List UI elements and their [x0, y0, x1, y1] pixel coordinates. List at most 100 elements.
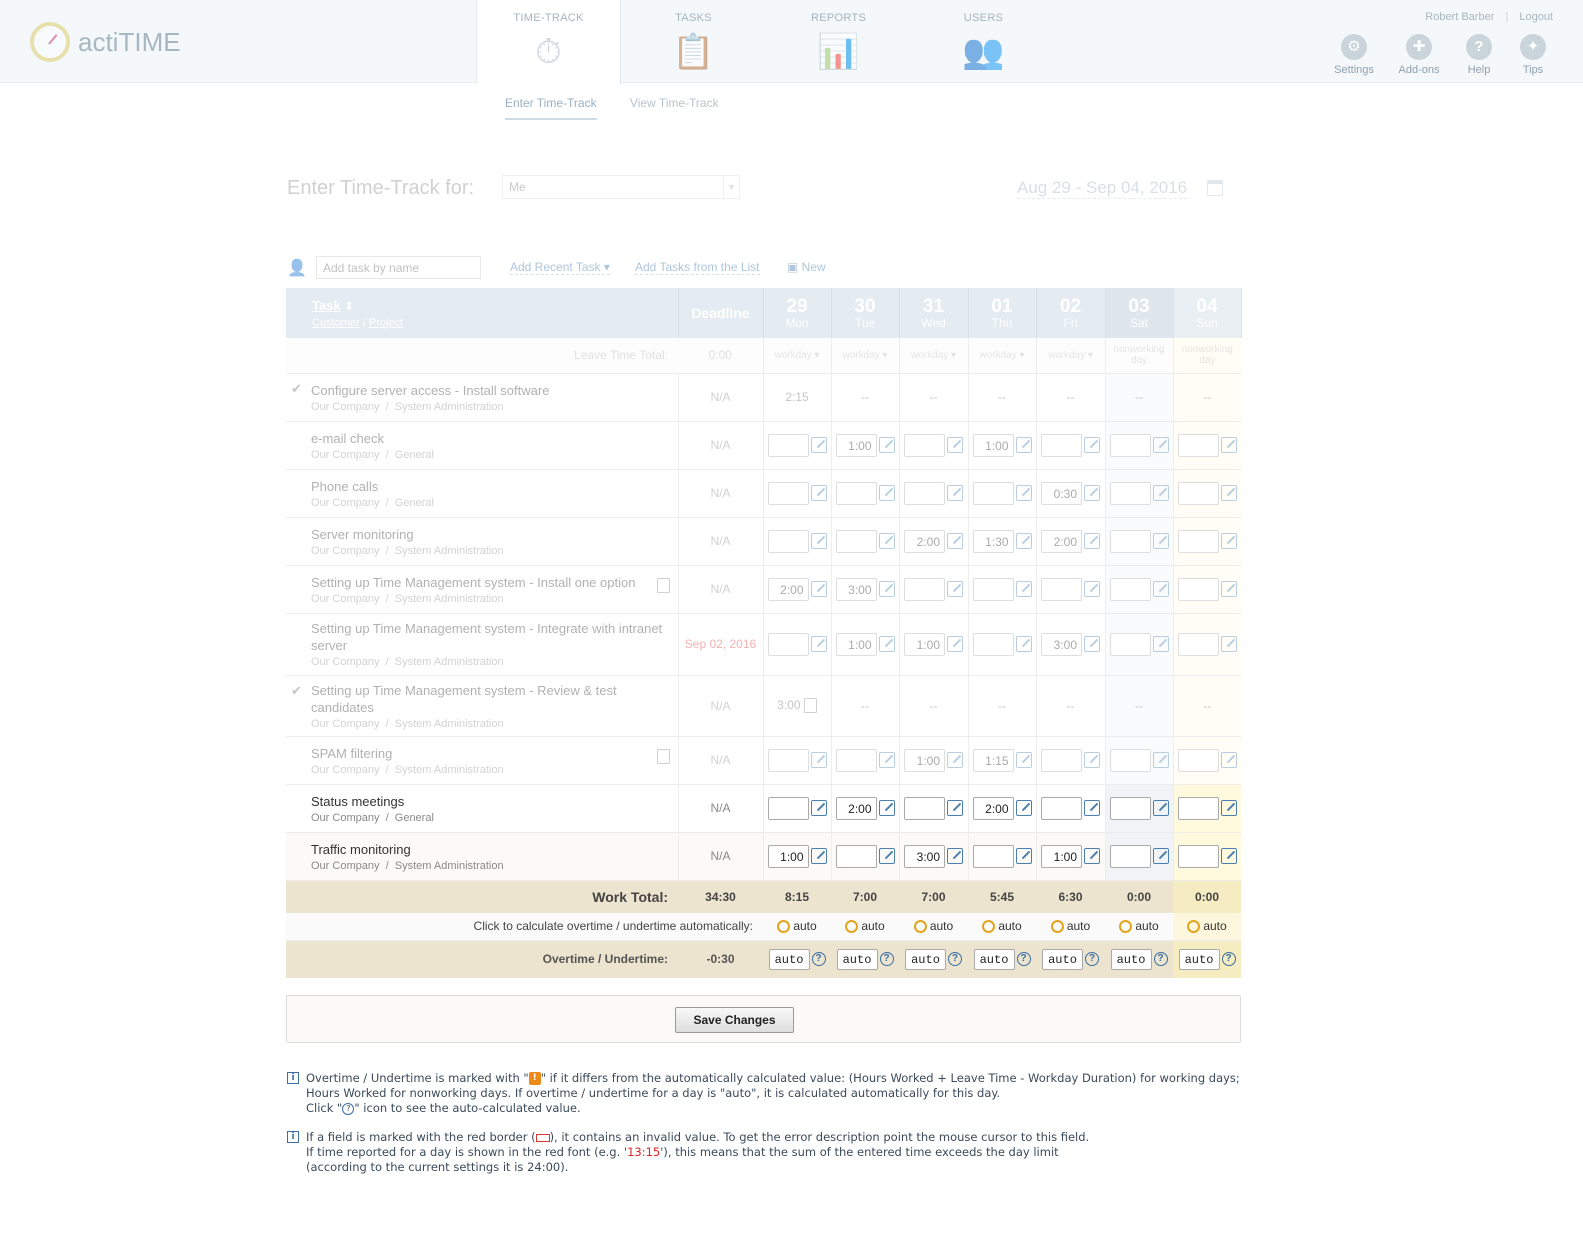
add-tasks-from-list-link[interactable]: Add Tasks from the List — [635, 260, 760, 275]
edit-comment-icon[interactable] — [947, 752, 963, 768]
help-question-icon[interactable]: ? — [1016, 952, 1031, 967]
notes-icon[interactable] — [803, 698, 817, 714]
time-input[interactable]: 2:00 — [767, 577, 809, 601]
time-input[interactable] — [1109, 481, 1151, 505]
task-name[interactable]: e-mail check — [311, 430, 670, 447]
user-select[interactable]: Me ▼ — [502, 175, 740, 199]
time-input[interactable] — [904, 481, 945, 505]
edit-comment-icon[interactable] — [1220, 533, 1237, 549]
task-name[interactable]: Traffic monitoring — [311, 841, 670, 858]
task-name[interactable]: Setting up Time Management system - Revi… — [311, 682, 670, 716]
edit-comment-icon[interactable] — [1220, 848, 1237, 864]
time-input[interactable] — [767, 529, 809, 553]
time-input[interactable] — [767, 433, 809, 457]
edit-comment-icon[interactable] — [1220, 581, 1237, 597]
time-input[interactable]: 1:00 — [1041, 844, 1082, 868]
edit-comment-icon[interactable] — [810, 800, 827, 816]
time-input[interactable] — [767, 481, 809, 505]
edit-comment-icon[interactable] — [1015, 752, 1032, 768]
edit-comment-icon[interactable] — [1084, 485, 1100, 501]
day-type-select[interactable]: workday ▾ — [830, 338, 899, 374]
edit-comment-icon[interactable] — [810, 581, 827, 597]
time-input[interactable] — [835, 844, 877, 868]
edit-comment-icon[interactable] — [810, 437, 827, 453]
edit-comment-icon[interactable] — [1084, 533, 1100, 549]
edit-comment-icon[interactable] — [810, 636, 827, 652]
time-input[interactable]: 1:00 — [767, 844, 809, 868]
time-input[interactable] — [972, 481, 1014, 505]
time-input[interactable]: 3:00 — [904, 844, 945, 868]
time-input[interactable]: 1:00 — [972, 433, 1014, 457]
time-input[interactable] — [767, 796, 809, 820]
overtime-input[interactable]: auto — [768, 948, 810, 970]
subtab-view-time-track[interactable]: View Time-Track — [630, 96, 719, 118]
time-input[interactable] — [1177, 481, 1219, 505]
notes-icon[interactable] — [656, 748, 670, 764]
time-input[interactable]: 2:00 — [904, 529, 945, 553]
task-name[interactable]: Phone calls — [311, 478, 670, 495]
edit-comment-icon[interactable] — [1015, 485, 1032, 501]
edit-comment-icon[interactable] — [1015, 581, 1032, 597]
day-type-select[interactable]: workday ▾ — [1035, 338, 1105, 374]
subtab-enter-time-track[interactable]: Enter Time-Track — [505, 96, 597, 120]
time-input[interactable]: 2:00 — [1041, 529, 1082, 553]
overtime-input[interactable]: auto — [905, 948, 946, 970]
edit-comment-icon[interactable] — [947, 533, 963, 549]
tab-users[interactable]: USERS 👥 — [911, 0, 1056, 83]
task-name[interactable]: Status meetings — [311, 793, 670, 810]
time-input[interactable]: 1:30 — [972, 529, 1014, 553]
edit-comment-icon[interactable] — [1152, 636, 1169, 652]
time-input[interactable] — [1177, 844, 1219, 868]
tips-button[interactable]: ✦ Tips — [1503, 34, 1563, 76]
overtime-input[interactable]: auto — [836, 948, 878, 970]
edit-comment-icon[interactable] — [1152, 533, 1169, 549]
time-input[interactable] — [972, 577, 1014, 601]
task-name[interactable]: Setting up Time Management system - Inte… — [311, 620, 670, 654]
time-input[interactable] — [1177, 529, 1219, 553]
time-input[interactable] — [1109, 529, 1151, 553]
tab-tasks[interactable]: TASKS 📋 — [621, 0, 766, 83]
edit-comment-icon[interactable] — [878, 533, 895, 549]
edit-comment-icon[interactable] — [878, 752, 895, 768]
help-question-icon[interactable]: ? — [1221, 952, 1236, 967]
tab-reports[interactable]: REPORTS 📊 — [766, 0, 911, 83]
task-column-header[interactable]: Task ⬍ Customer / Project — [286, 288, 679, 338]
time-input[interactable] — [1109, 577, 1151, 601]
time-input[interactable] — [972, 632, 1014, 656]
task-name[interactable]: Configure server access - Install softwa… — [311, 382, 670, 399]
edit-comment-icon[interactable] — [1084, 752, 1100, 768]
time-input[interactable] — [1109, 796, 1151, 820]
chevron-down-icon[interactable]: ▼ — [723, 176, 739, 198]
overtime-input[interactable]: auto — [1110, 948, 1152, 970]
project-sort-link[interactable]: Project — [369, 317, 403, 329]
edit-comment-icon[interactable] — [878, 581, 895, 597]
edit-comment-icon[interactable] — [878, 800, 895, 816]
edit-comment-icon[interactable] — [1220, 636, 1237, 652]
task-name[interactable]: Server monitoring — [311, 526, 670, 543]
time-input[interactable] — [1177, 433, 1219, 457]
task-header-label[interactable]: Task — [312, 298, 341, 313]
auto-calc-button[interactable]: auto — [763, 913, 831, 941]
edit-comment-icon[interactable] — [1220, 437, 1237, 453]
overtime-input[interactable]: auto — [1178, 948, 1220, 970]
time-input[interactable] — [767, 748, 809, 772]
edit-comment-icon[interactable] — [1015, 437, 1032, 453]
edit-comment-icon[interactable] — [1220, 485, 1237, 501]
day-type-select[interactable]: workday ▾ — [762, 338, 831, 374]
edit-comment-icon[interactable] — [1015, 848, 1032, 864]
day-type-select[interactable]: workday ▾ — [898, 338, 968, 374]
edit-comment-icon[interactable] — [1015, 636, 1032, 652]
edit-comment-icon[interactable] — [1015, 533, 1032, 549]
help-question-icon[interactable]: ? — [811, 952, 826, 967]
edit-comment-icon[interactable] — [810, 752, 827, 768]
time-input[interactable] — [1109, 433, 1151, 457]
time-input[interactable] — [904, 433, 945, 457]
settings-button[interactable]: ⚙ Settings — [1324, 34, 1384, 76]
time-input[interactable] — [1041, 796, 1082, 820]
overtime-input[interactable]: auto — [1042, 948, 1083, 970]
time-input[interactable]: 1:00 — [835, 433, 877, 457]
time-input[interactable] — [904, 796, 945, 820]
time-input[interactable] — [835, 529, 877, 553]
time-input[interactable]: 1:00 — [904, 632, 945, 656]
user-name[interactable]: Robert Barber — [1425, 11, 1494, 23]
